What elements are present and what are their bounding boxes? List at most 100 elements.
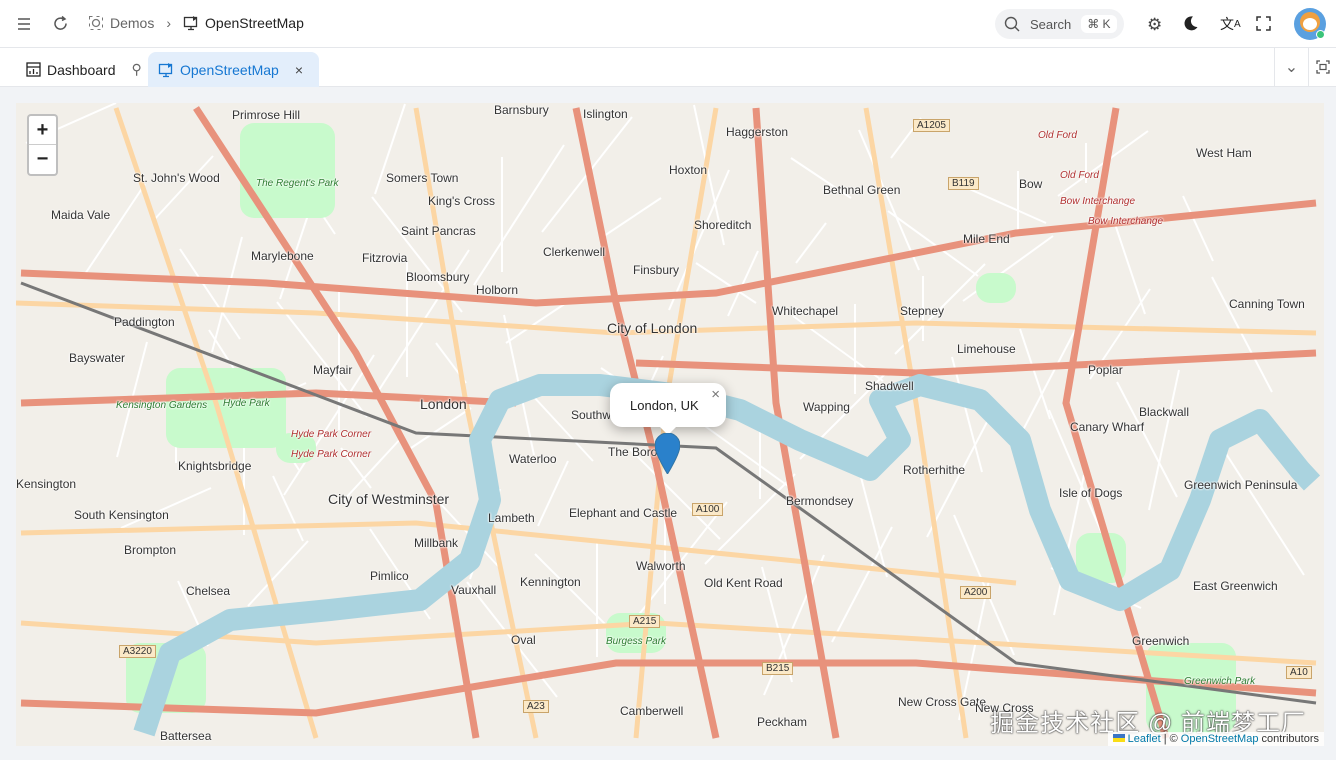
place-label: Mayfair: [313, 363, 353, 377]
place-label: Canary Wharf: [1070, 420, 1145, 434]
road-shield: A10: [1286, 666, 1312, 679]
maximize-icon[interactable]: [1308, 48, 1336, 86]
tab-label: Dashboard: [47, 61, 116, 78]
place-label: Maida Vale: [51, 208, 111, 222]
minor-street: [1182, 195, 1214, 262]
breadcrumb: Demos › OpenStreetMap: [88, 15, 304, 31]
place-label: Old Kent Road: [704, 576, 783, 590]
junction-label: Old Ford: [1060, 170, 1099, 181]
translate-icon[interactable]: 文A: [1220, 14, 1241, 34]
place-label: Poplar: [1088, 363, 1123, 377]
park-label: Burgess Park: [606, 636, 667, 647]
place-label: Canning Town: [1229, 297, 1305, 311]
place-label: Blackwall: [1139, 405, 1190, 419]
leaflet-link[interactable]: Leaflet: [1128, 733, 1161, 745]
dashboard-icon: [26, 62, 41, 77]
place-label: Bayswater: [69, 351, 126, 365]
minor-street: [473, 144, 565, 286]
place-label: Knightsbridge: [178, 459, 252, 473]
attribution-separator: |: [1163, 733, 1167, 745]
place-label: Oval: [511, 633, 536, 647]
refresh-icon[interactable]: [52, 15, 69, 32]
place-label: Clerkenwell: [543, 245, 606, 259]
place-label: South Kensington: [74, 508, 169, 522]
place-label: Millbank: [414, 536, 459, 550]
place-label: East Greenwich: [1193, 579, 1278, 593]
park-label: Hyde Park: [223, 398, 270, 409]
place-label: Islington: [583, 107, 628, 121]
breadcrumb-openstreetmap: OpenStreetMap: [205, 15, 304, 31]
junction-label: Old Ford: [1038, 130, 1077, 141]
place-label: Haggerston: [726, 125, 789, 139]
minor-street: [795, 222, 827, 264]
road-shield: A3220: [119, 645, 156, 658]
minor-street: [953, 514, 1015, 656]
tab-dashboard[interactable]: Dashboard ⚲: [16, 52, 152, 87]
place-label: Kensington: [16, 477, 77, 491]
place-label: Finsbury: [633, 263, 680, 277]
place-label: London: [420, 396, 467, 412]
minor-street: [1211, 276, 1273, 393]
minor-street: [704, 473, 796, 565]
place-label: Greenwich: [1132, 634, 1190, 648]
minor-street: [1114, 223, 1146, 315]
road-shield: B215: [762, 662, 794, 675]
minor-street: [410, 407, 472, 449]
monitor-icon: [183, 15, 199, 31]
park-area: [240, 123, 335, 218]
minor-street: [84, 183, 146, 275]
menu-icon[interactable]: [16, 16, 32, 32]
place-label: Somers Town: [386, 171, 459, 185]
place-label: Barnsbury: [494, 103, 549, 117]
road-shield: A23: [523, 700, 549, 713]
moon-icon[interactable]: [1182, 15, 1199, 32]
place-label: Elephant and Castle: [569, 506, 678, 520]
place-label: Battersea: [160, 729, 212, 743]
search-icon: [1004, 16, 1020, 32]
search-button[interactable]: Search ⌘ K: [995, 9, 1124, 39]
fullscreen-icon[interactable]: [1256, 16, 1271, 31]
place-label: Isle of Dogs: [1059, 486, 1123, 500]
junction-label: Hyde Park Corner: [291, 449, 372, 460]
tabs-dropdown-button[interactable]: ⌄: [1274, 48, 1308, 86]
top-header: Demos › OpenStreetMap Search ⌘ K ⚙ 文A: [0, 0, 1336, 48]
ukraine-flag-icon: [1112, 734, 1125, 742]
road-shield: A200: [960, 586, 992, 599]
osm-link[interactable]: OpenStreetMap: [1181, 733, 1259, 745]
place-label: Brompton: [124, 543, 177, 557]
popup-close-button[interactable]: ×: [711, 386, 720, 403]
zoom-control: + −: [27, 114, 58, 176]
place-label: Primrose Hill: [232, 108, 301, 122]
search-shortcut: ⌘ K: [1081, 15, 1117, 33]
map-container[interactable]: Barnsbury Islington Haggerston Primrose Hil…: [16, 103, 1324, 746]
attribution-suffix: contributors: [1261, 733, 1319, 745]
place-label: King's Cross: [428, 194, 495, 208]
place-label: Vauxhall: [451, 583, 497, 597]
park-label: The Regent's Park: [256, 178, 339, 189]
minor-street: [831, 526, 893, 643]
minor-street: [276, 301, 368, 418]
tab-label: OpenStreetMap: [180, 61, 279, 78]
park-label: Greenwich Park: [1184, 676, 1256, 687]
minor-street: [1148, 369, 1180, 511]
tab-openstreetmap[interactable]: OpenStreetMap ×: [148, 52, 319, 87]
place-label: Stepney: [900, 304, 945, 318]
place-label: Limehouse: [957, 342, 1016, 356]
chevron-right-icon: ›: [166, 15, 172, 31]
zoom-in-button[interactable]: +: [29, 116, 56, 145]
place-label: Shoreditch: [694, 218, 752, 232]
road-shield: A100: [692, 503, 724, 516]
zoom-out-button[interactable]: −: [29, 145, 56, 174]
park-area: [976, 273, 1016, 303]
pin-icon[interactable]: ⚲: [132, 61, 142, 78]
place-label: Saint Pancras: [401, 224, 476, 238]
settings-icon[interactable]: ⚙: [1147, 15, 1162, 35]
tab-bar: Dashboard ⚲ OpenStreetMap × ⌄: [0, 48, 1336, 87]
place-label: Chelsea: [186, 584, 231, 598]
breadcrumb-demos[interactable]: Demos: [110, 15, 154, 31]
place-label: Marylebone: [251, 249, 314, 263]
map-marker-icon[interactable]: [655, 433, 680, 474]
place-label: Bloomsbury: [406, 270, 470, 284]
place-label: Paddington: [114, 315, 175, 329]
close-icon[interactable]: ×: [295, 62, 303, 78]
